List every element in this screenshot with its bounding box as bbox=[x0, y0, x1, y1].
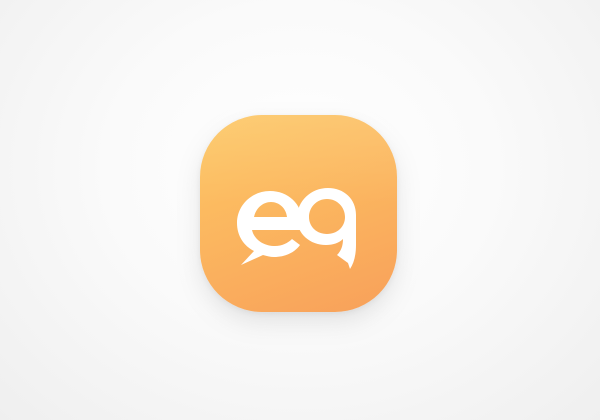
left-speech-bubble-icon bbox=[237, 191, 302, 265]
right-speech-bubble-icon bbox=[297, 188, 356, 269]
chat-bubbles-icon bbox=[237, 188, 356, 269]
app-icon[interactable] bbox=[200, 115, 397, 312]
screen-background bbox=[0, 0, 600, 420]
